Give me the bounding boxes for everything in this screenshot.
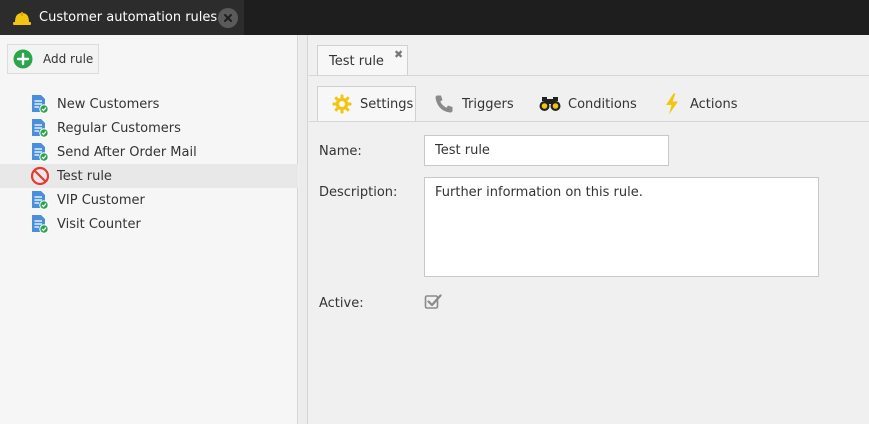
rule-item-label: Regular Customers: [57, 120, 181, 136]
rule-editor: Test rule ✖ Settings Triggers Conditions…: [309, 35, 869, 424]
add-rule-button[interactable]: Add rule: [7, 44, 99, 74]
tab-label: Settings: [360, 96, 414, 112]
add-rule-label: Add rule: [43, 52, 94, 66]
tab-label: Triggers: [462, 96, 514, 112]
tab-triggers[interactable]: Triggers: [433, 86, 514, 122]
divider: [309, 75, 869, 76]
rule-item-send-after-order-mail[interactable]: Send After Order Mail: [0, 140, 298, 164]
lightning-icon: [661, 93, 683, 115]
binoculars-icon: [539, 93, 561, 115]
top-bar: Customer automation rules: [0, 0, 869, 35]
description-input[interactable]: Further information on this rule.: [424, 177, 819, 277]
disabled-rule-icon: [30, 166, 50, 186]
panel-splitter[interactable]: [299, 35, 308, 424]
rule-item-regular-customers[interactable]: Regular Customers: [0, 116, 298, 140]
rule-item-label: Send After Order Mail: [57, 144, 197, 160]
hard-hat-icon: [12, 8, 32, 28]
tab-conditions[interactable]: Conditions: [539, 86, 637, 122]
document-tab-test-rule[interactable]: Test rule ✖: [317, 45, 408, 76]
rule-item-label: Test rule: [57, 168, 112, 184]
rule-item-label: New Customers: [57, 96, 160, 112]
app-tab[interactable]: Customer automation rules: [0, 0, 244, 35]
rule-item-label: VIP Customer: [57, 192, 145, 208]
description-label: Description:: [319, 185, 398, 200]
rules-sidebar: Add rule New Customers Regular Customers…: [0, 35, 298, 424]
active-checkbox[interactable]: [424, 293, 442, 311]
name-input[interactable]: [424, 135, 669, 166]
app-title: Customer automation rules: [39, 10, 218, 25]
rule-item-test-rule[interactable]: Test rule: [0, 164, 298, 188]
tab-label: Conditions: [568, 96, 637, 112]
tab-actions[interactable]: Actions: [661, 86, 738, 122]
rule-list: New Customers Regular Customers Send Aft…: [0, 92, 298, 236]
rule-item-visit-counter[interactable]: Visit Counter: [0, 212, 298, 236]
rule-document-icon: [30, 190, 50, 210]
tab-settings[interactable]: Settings: [317, 86, 416, 122]
rule-document-icon: [30, 118, 50, 138]
document-tab-label: Test rule: [329, 54, 384, 69]
tab-label: Actions: [690, 96, 738, 112]
name-label: Name:: [319, 144, 362, 159]
rule-item-vip-customer[interactable]: VIP Customer: [0, 188, 298, 212]
rule-document-icon: [30, 142, 50, 162]
phone-icon: [433, 93, 455, 115]
active-label: Active:: [319, 296, 364, 311]
plus-circle-icon: [13, 49, 33, 69]
gear-icon: [331, 93, 353, 115]
rule-item-label: Visit Counter: [57, 216, 141, 232]
rule-document-icon: [30, 214, 50, 234]
close-tab-icon[interactable]: ✖: [394, 48, 403, 61]
close-icon[interactable]: [218, 8, 238, 28]
rule-document-icon: [30, 94, 50, 114]
settings-form: Name: Description: Further information o…: [309, 122, 869, 424]
rule-item-new-customers[interactable]: New Customers: [0, 92, 298, 116]
